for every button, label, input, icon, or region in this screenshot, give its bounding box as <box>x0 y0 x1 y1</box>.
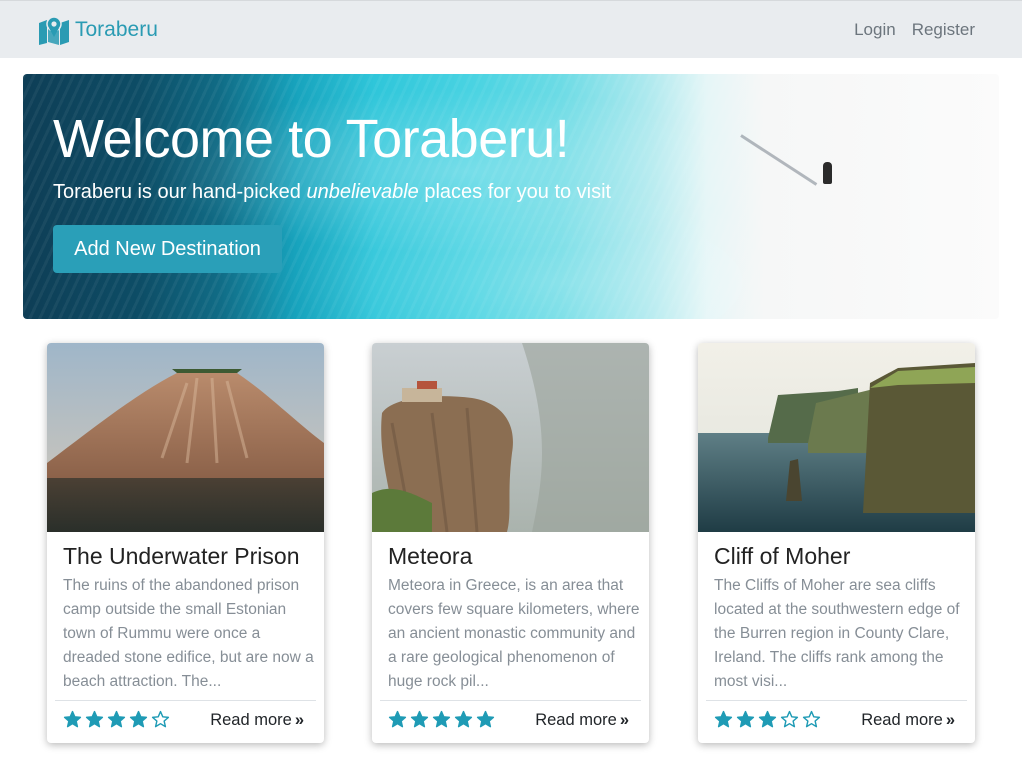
card-image[interactable] <box>372 343 649 532</box>
card-image[interactable] <box>698 343 975 532</box>
map-marker-icon <box>39 16 69 45</box>
star-filled-icon <box>758 710 777 728</box>
double-chevron-right-icon: » <box>294 711 304 729</box>
star-rating <box>388 710 495 729</box>
hero-lead-prefix: Toraberu is our hand-picked <box>53 181 307 203</box>
star-filled-icon <box>129 710 148 728</box>
read-more-link[interactable]: Read more» <box>210 711 304 730</box>
card-image[interactable] <box>47 343 324 532</box>
double-chevron-right-icon: » <box>945 711 955 729</box>
nav-links: Login Register <box>854 20 975 40</box>
star-rating <box>63 710 170 729</box>
read-more-link[interactable]: Read more» <box>535 711 629 730</box>
star-rating <box>714 710 821 729</box>
star-filled-icon <box>736 710 755 728</box>
double-chevron-right-icon: » <box>619 711 629 729</box>
star-filled-icon <box>107 710 126 728</box>
read-more-link[interactable]: Read more» <box>861 711 955 730</box>
hero-title: Welcome to Toraberu! <box>53 109 570 169</box>
card-description: The ruins of the abandoned prison camp o… <box>63 577 314 690</box>
star-filled-icon <box>85 710 104 728</box>
hero-lead-emphasis: unbelievable <box>306 181 419 203</box>
add-destination-button[interactable]: Add New Destination <box>53 225 282 273</box>
star-filled-icon <box>410 710 429 728</box>
star-empty-icon <box>780 710 799 728</box>
destination-card: The Underwater Prison The ruins of the a… <box>47 343 324 743</box>
card-title: The Underwater Prison <box>63 543 300 569</box>
login-link[interactable]: Login <box>854 20 896 40</box>
card-description: The Cliffs of Moher are sea cliffs locat… <box>714 577 960 690</box>
card-footer: Read more» <box>55 700 316 743</box>
navbar: Toraberu Login Register <box>0 0 1022 58</box>
star-filled-icon <box>388 710 407 728</box>
star-filled-icon <box>714 710 733 728</box>
card-title: Cliff of Moher <box>714 543 851 569</box>
read-more-label: Read more <box>210 711 292 729</box>
star-filled-icon <box>63 710 82 728</box>
star-empty-icon <box>802 710 821 728</box>
card-footer: Read more» <box>380 700 641 743</box>
brand-link[interactable]: Toraberu <box>38 15 158 45</box>
hero-lead-suffix: places for you to visit <box>418 181 612 203</box>
register-link[interactable]: Register <box>912 20 975 40</box>
star-filled-icon <box>476 710 495 728</box>
card-description: Meteora in Greece, is an area that cover… <box>388 577 640 690</box>
destination-card: Meteora Meteora in Greece, is an area th… <box>372 343 649 743</box>
read-more-label: Read more <box>535 711 617 729</box>
hero-jumbotron: Welcome to Toraberu! Toraberu is our han… <box>23 74 999 319</box>
hero-lead: Toraberu is our hand-picked unbelievable… <box>53 181 611 204</box>
star-empty-icon <box>151 710 170 728</box>
destination-card: Cliff of Moher The Cliffs of Moher are s… <box>698 343 975 743</box>
card-footer: Read more» <box>706 700 967 743</box>
brand-name: Toraberu <box>75 18 158 41</box>
star-filled-icon <box>432 710 451 728</box>
star-filled-icon <box>454 710 473 728</box>
card-title: Meteora <box>388 543 473 569</box>
hero-person-figure <box>823 162 832 184</box>
read-more-label: Read more <box>861 711 943 729</box>
